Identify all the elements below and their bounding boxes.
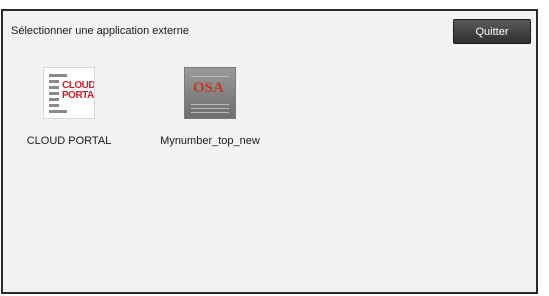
cloud-portal-icon: CLOUD PORTAL — [43, 67, 95, 119]
mynumber-logo-text: OSA — [193, 80, 224, 96]
page-title: Sélectionner une application externe — [11, 25, 189, 37]
app-selection-panel: Sélectionner une application externe Qui… — [1, 9, 538, 294]
app-window: Sélectionner une application externe Qui… — [0, 0, 549, 296]
app-label-cloud-portal: CLOUD PORTAL — [26, 135, 112, 147]
app-tile-cloud-portal[interactable]: CLOUD PORTAL CLOUD PORTAL — [19, 67, 119, 147]
cloud-portal-logo-line2: PORTAL — [62, 90, 94, 101]
quit-button[interactable]: Quitter — [453, 19, 531, 44]
app-tile-mynumber[interactable]: OSA Mynumber_top_new — [160, 67, 260, 147]
mynumber-icon: OSA — [184, 67, 236, 119]
app-label-mynumber: Mynumber_top_new — [160, 135, 260, 147]
